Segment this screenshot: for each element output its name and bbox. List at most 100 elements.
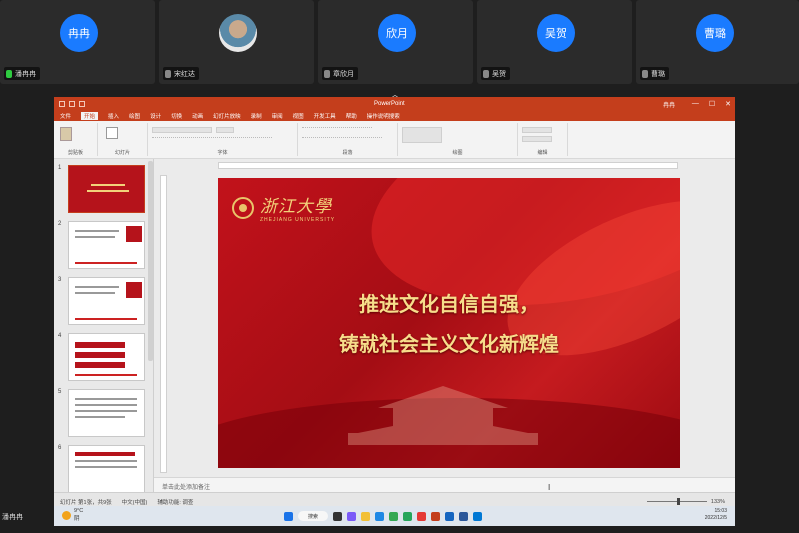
participant-strip: 冉冉 潘冉冉 宋红达 欣月 章欣月 吴贺 吴贺 曹璐 曹璐	[0, 0, 799, 86]
word-icon[interactable]	[459, 511, 468, 521]
weather-widget[interactable]: 9°C 阴	[62, 508, 83, 522]
language-status[interactable]: 中文(中国)	[122, 498, 148, 506]
chat-icon[interactable]	[347, 511, 356, 521]
accessibility-status[interactable]: 辅助功能: 调查	[157, 498, 193, 506]
alignment-buttons[interactable]	[302, 137, 382, 143]
participant-tile[interactable]: 宋红达	[159, 0, 314, 84]
font-name-dropdown[interactable]	[152, 127, 212, 133]
thumb-line	[75, 318, 137, 320]
clock-time: 15:03	[714, 508, 727, 514]
slide-thumbnail[interactable]	[68, 333, 145, 381]
thumb-line	[75, 374, 137, 376]
start-icon[interactable]	[284, 511, 293, 521]
tab-review[interactable]: 审阅	[272, 112, 283, 120]
participant-tile[interactable]: 吴贺 吴贺	[477, 0, 632, 84]
slide-thumbnail[interactable]	[68, 165, 145, 213]
thumb-image	[126, 226, 142, 242]
logo-chinese: 浙江大學	[260, 197, 332, 217]
chrome-icon[interactable]	[389, 511, 398, 521]
group-font: 字体	[148, 123, 298, 156]
file-explorer-icon[interactable]	[361, 511, 370, 521]
user-name[interactable]: 冉冉	[663, 100, 675, 109]
notes-pane[interactable]: 单击此处添加备注	[154, 477, 735, 492]
current-slide[interactable]: 浙江大學 ZHEJIANG UNIVERSITY 推进文化自信自强， 铸就社会主…	[218, 178, 680, 468]
avatar: 冉冉	[60, 14, 98, 52]
group-label: 编辑	[537, 150, 548, 156]
logo-english: ZHEJIANG UNIVERSITY	[260, 217, 336, 223]
shapes-gallery[interactable]	[402, 127, 442, 143]
slide-thumbnail[interactable]	[68, 389, 145, 437]
tab-animations[interactable]: 动画	[192, 112, 203, 120]
slide-number: 1	[58, 165, 62, 171]
weather-sun-icon	[62, 510, 71, 520]
slide-number: 4	[58, 333, 62, 339]
powerpoint-window: PowerPoint 冉冉 — ☐ ✕ 文件 开始 插入 绘图 设计 切换 动画…	[54, 97, 735, 510]
close-icon[interactable]: ✕	[725, 100, 731, 108]
horizontal-ruler	[218, 162, 678, 169]
system-clock[interactable]: 15:03 2022/12/5	[705, 508, 727, 522]
tab-transitions[interactable]: 切换	[171, 112, 182, 120]
participant-tile[interactable]: 冉冉 潘冉冉	[0, 0, 155, 84]
tab-slideshow[interactable]: 幻灯片放映	[213, 112, 241, 120]
zoom-level[interactable]: 133%	[711, 499, 725, 505]
participant-tile[interactable]: 欣月 章欣月	[318, 0, 473, 84]
thumb-image	[126, 282, 142, 298]
zoom-slider[interactable]	[646, 498, 707, 505]
avatar: 欣月	[378, 14, 416, 52]
participant-name: 章欣月	[333, 69, 354, 78]
zoom-control: 133%	[646, 498, 725, 505]
tab-design[interactable]: 设计	[150, 112, 161, 120]
university-emblem-icon	[232, 196, 254, 219]
slide-thumbnails-pane: 1 2 3 4 5 6	[54, 159, 154, 492]
redo-icon[interactable]	[79, 101, 85, 107]
group-clipboard: 剪贴板	[54, 123, 98, 156]
thumb-text	[75, 286, 119, 288]
tab-developer[interactable]: 开发工具	[314, 112, 336, 120]
task-view-icon[interactable]	[333, 511, 342, 521]
paragraph-buttons[interactable]	[302, 127, 372, 133]
tab-home[interactable]: 开始	[81, 112, 99, 120]
tab-draw[interactable]: 绘图	[129, 112, 140, 120]
thumb-bar	[75, 362, 125, 368]
font-size-dropdown[interactable]	[216, 127, 234, 133]
new-slide-icon[interactable]	[106, 127, 118, 139]
maximize-icon[interactable]: ☐	[709, 100, 715, 108]
find-button[interactable]	[522, 127, 552, 133]
tab-file[interactable]: 文件	[60, 112, 71, 120]
zoom-slider-knob[interactable]	[676, 498, 680, 505]
wechat-icon[interactable]	[403, 511, 412, 521]
participant-tile[interactable]: 曹璐 曹璐	[636, 0, 799, 84]
taskbar-search[interactable]: 搜索	[298, 511, 328, 521]
self-name: 潘冉冉	[2, 513, 23, 521]
group-slides: 幻灯片	[98, 123, 148, 156]
slide-number: 3	[58, 277, 62, 283]
tab-help[interactable]: 帮助	[346, 112, 357, 120]
paste-icon[interactable]	[60, 127, 72, 141]
mic-icon	[165, 69, 171, 78]
save-icon[interactable]	[59, 101, 65, 107]
undo-icon[interactable]	[69, 101, 75, 107]
slide-thumbnail[interactable]	[68, 277, 145, 325]
slide-headline-line2[interactable]: 铸就社会主义文化新辉煌	[218, 328, 680, 357]
minimize-icon[interactable]: —	[692, 100, 699, 108]
slide-thumbnail[interactable]	[68, 445, 145, 492]
app-icon[interactable]	[473, 511, 482, 521]
tab-record[interactable]: 录制	[251, 112, 262, 120]
slide-number: 2	[58, 221, 62, 227]
logo-text: 浙江大學 ZHEJIANG UNIVERSITY	[260, 192, 335, 223]
slide-thumbnail[interactable]	[68, 221, 145, 269]
meeting-screen: 冉冉 潘冉冉 宋红达 欣月 章欣月 吴贺 吴贺 曹璐 曹璐 ︿ PowerPoi…	[0, 0, 799, 533]
tab-view[interactable]: 视图	[293, 112, 304, 120]
app-icon[interactable]	[417, 511, 426, 521]
replace-button[interactable]	[522, 136, 552, 142]
tab-insert[interactable]: 插入	[108, 112, 119, 120]
thumbnails-scrollbar[interactable]	[148, 161, 153, 361]
thumb-text	[75, 410, 137, 412]
thumb-line	[75, 262, 137, 264]
slide-headline-line1[interactable]: 推进文化自信自强，	[218, 288, 680, 317]
edge-icon[interactable]	[375, 511, 384, 521]
tell-me-search[interactable]: 操作说明搜索	[367, 112, 400, 120]
powerpoint-icon[interactable]	[431, 511, 440, 521]
tencent-meeting-icon[interactable]	[445, 511, 454, 521]
font-format-buttons[interactable]	[152, 137, 272, 143]
